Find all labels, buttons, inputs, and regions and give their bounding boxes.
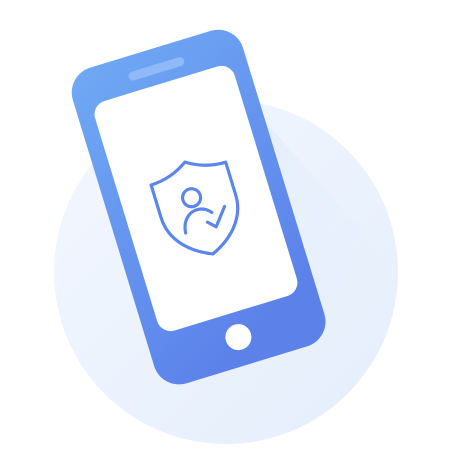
illustration-canvas — [54, 29, 398, 444]
security-illustration — [0, 0, 471, 471]
